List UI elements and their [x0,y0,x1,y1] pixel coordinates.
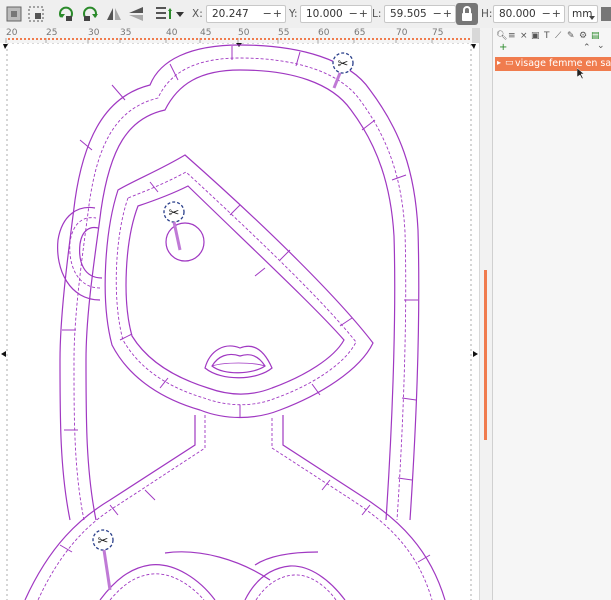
neck-right-stitch-path [271,418,433,600]
resize-handle-top-right [471,44,476,49]
scissor-marker-icon: ✂ [92,529,114,591]
rotate-ccw-icon[interactable] [56,4,76,24]
y-value: 10.000 [306,8,343,20]
y-label: Y: [289,8,298,20]
raise-lower-icon[interactable] [154,4,186,24]
select-all-icon[interactable] [4,4,24,24]
y-field[interactable]: 10.000 −+ [300,5,372,23]
eye-outer-path [165,222,205,262]
search-icon[interactable]: 🔍︎ [496,31,507,41]
scrollbar-thumb[interactable] [484,270,487,440]
layer-row[interactable]: ▸ ▭ visage femme en satin [495,57,611,71]
x-value: 20.247 [212,8,249,20]
select-region-icon[interactable] [26,4,46,24]
l-value: 59.505 [390,8,427,20]
flip-horizontal-icon[interactable] [104,4,124,24]
lips-inner-path [211,353,266,374]
path-icon[interactable]: ⟋ [555,31,561,41]
neck-left-outer-path [24,415,196,600]
h-label: H: [481,8,493,20]
vertical-scrollbar[interactable]: ⋮ [479,28,497,600]
flip-vertical-icon[interactable] [126,4,146,24]
seam-ticks [59,46,431,563]
text-icon[interactable]: T [544,31,550,41]
neck-right-outer-path [282,415,446,600]
layers-panel: 🔍︎ ≡ × ▣ T ⟋ ✎ ⚙ ▤ + ⌃ ⌄ ▸ ▭ visage femm… [492,28,611,600]
l-field[interactable]: 59.505 −+ [384,5,456,23]
resize-handle-top-left [3,44,8,49]
l-stepper[interactable]: −+ [433,7,453,20]
face-stitch-path [115,171,357,406]
horizontal-ruler[interactable]: 20 25 30 35 40 45 50 55 60 65 70 75 [0,28,479,44]
h-value: 80.000 [499,8,536,20]
toolbar-overflow-icon[interactable] [600,4,611,24]
ear-outer-path [57,206,101,301]
chevron-down-icon[interactable]: ⌄ [597,41,605,51]
rotate-cw-icon[interactable] [80,4,100,24]
svg-text:✂: ✂ [338,57,349,72]
expand-arrow-icon[interactable]: ▸ [497,58,501,67]
h-field[interactable]: 80.000 −+ [493,5,565,23]
shoulder-left-path [99,564,216,600]
svg-text:✂: ✂ [169,206,180,221]
unit-select[interactable]: mm [568,5,598,23]
new-layer-icon[interactable]: ▣ [531,31,540,41]
page-border [6,43,472,600]
resize-handle-right [473,351,478,357]
hair-inner-path [85,69,396,521]
shoulder-left-stitch-path [109,573,205,600]
add-layer-button[interactable]: + [499,42,507,53]
lips-line-path [211,362,266,367]
hair-outer-path [59,44,420,521]
resize-handle-left [1,351,6,357]
drawing-canvas[interactable]: ✂ ✂ ✂ [0,43,479,600]
x-label: X: [192,8,203,20]
folder-icon: ▭ [505,58,514,68]
ear-inner-path [79,226,103,279]
x-field[interactable]: 20.247 −+ [206,5,286,23]
collar-path [164,551,271,581]
design-drawing: ✂ ✂ ✂ [1,43,478,600]
face-outline-paths [24,44,446,600]
toolbar: X: 20.247 −+ Y: 10.000 −+ L: 59.505 −+ H… [0,0,611,29]
transform-icon[interactable]: ✎ [567,31,575,41]
hair-stitch-path [73,57,407,521]
image-icon[interactable]: ▤ [591,31,600,41]
layers-icon[interactable]: ≡ [508,31,516,41]
chevron-up-icon[interactable]: ⌃ [583,43,591,53]
h-stepper[interactable]: −+ [542,7,562,20]
x-stepper[interactable]: −+ [263,7,283,20]
lock-icon[interactable] [456,3,478,25]
close-icon[interactable]: × [520,31,528,41]
scissor-marker-icon: ✂ [163,201,185,251]
collar-right-path [254,551,319,566]
neck-left-stitch-path [37,415,206,600]
mouse-cursor-icon [576,67,585,82]
chevron-down-icon [589,11,595,24]
y-stepper[interactable]: −+ [349,7,369,20]
svg-text:✂: ✂ [98,534,109,549]
l-label: L: [372,8,382,20]
layer-name[interactable]: visage femme en satin [515,58,611,69]
settings-icon[interactable]: ⚙ [579,31,587,41]
